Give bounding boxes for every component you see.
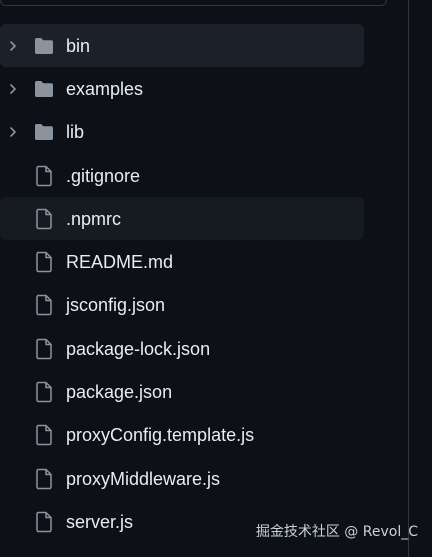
file-icon xyxy=(33,381,55,403)
tree-item-label: proxyMiddleware.js xyxy=(66,468,221,489)
pane-divider xyxy=(408,0,409,557)
tree-file-npmrc[interactable]: .npmrc xyxy=(0,197,364,241)
tree-file-gitignore[interactable]: .gitignore xyxy=(0,154,364,197)
tree-file-jsconfig-json[interactable]: jsconfig.json xyxy=(0,284,364,327)
chevron-right-icon[interactable] xyxy=(7,83,19,95)
file-icon xyxy=(33,165,55,187)
tree-item-label: bin xyxy=(66,35,91,56)
tree-folder-examples[interactable]: examples xyxy=(0,67,364,110)
tree-item-label: package-lock.json xyxy=(66,338,211,359)
tree-item-label: .npmrc xyxy=(66,208,122,229)
tree-file-readme-md[interactable]: README.md xyxy=(0,240,364,283)
folder-icon xyxy=(33,35,55,57)
tree-item-label: package.json xyxy=(66,382,173,403)
tree-item-label: jsconfig.json xyxy=(66,295,166,316)
watermark: 掘金技术社区 @ Revol_C xyxy=(255,524,418,540)
file-icon xyxy=(33,468,55,490)
chevron-right-icon[interactable] xyxy=(7,40,19,52)
tree-file-package-lock-json[interactable]: package-lock.json xyxy=(0,327,364,370)
tree-folder-lib[interactable]: lib xyxy=(0,111,364,154)
tree-item-label: .gitignore xyxy=(66,165,141,186)
chevron-right-icon[interactable] xyxy=(7,126,19,138)
file-icon xyxy=(33,338,55,360)
tree-file-proxyconfig-template-js[interactable]: proxyConfig.template.js xyxy=(0,414,364,457)
file-icon xyxy=(33,511,55,533)
tree-item-label: examples xyxy=(66,78,144,99)
folder-icon xyxy=(33,78,55,100)
tree-file-proxymiddleware-js[interactable]: proxyMiddleware.js xyxy=(0,457,364,500)
file-icon xyxy=(33,424,55,446)
tree-folder-bin[interactable]: bin xyxy=(0,24,364,68)
tree-item-label: README.md xyxy=(66,252,174,273)
tree-file-package-json[interactable]: package.json xyxy=(0,370,364,413)
search-panel-edge xyxy=(0,0,387,6)
folder-icon xyxy=(33,121,55,143)
tree-item-label: lib xyxy=(66,122,85,143)
file-icon xyxy=(33,251,55,273)
file-tree: bin examples lib .gitignore .npmrc README.md j… xyxy=(0,24,364,544)
file-icon xyxy=(33,208,55,230)
tree-item-label: proxyConfig.template.js xyxy=(66,425,255,446)
tree-item-label: server.js xyxy=(66,511,134,532)
file-icon xyxy=(33,294,55,316)
